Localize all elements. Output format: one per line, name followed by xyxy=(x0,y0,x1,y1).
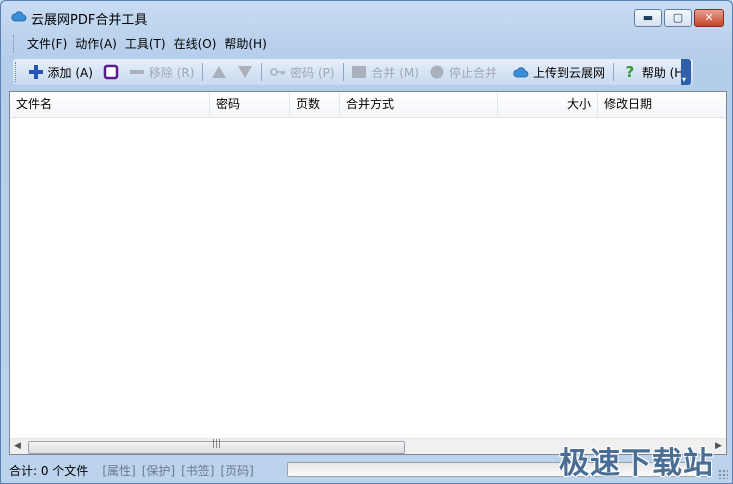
minimize-icon: ▬ xyxy=(642,11,654,24)
menu-tools[interactable]: 工具(T) xyxy=(121,33,170,55)
remove-button[interactable]: 移除 (R) xyxy=(124,60,200,84)
toolbar-separator xyxy=(612,63,614,81)
remove-label: 移除 (R) xyxy=(148,65,195,80)
add-label: 添加 (A) xyxy=(47,65,93,80)
toolbar-separator xyxy=(202,63,204,81)
menu-help[interactable]: 帮助(H) xyxy=(220,33,270,55)
column-merge-mode[interactable]: 合并方式 xyxy=(340,92,498,117)
minimize-button[interactable]: ▬ xyxy=(634,9,662,27)
column-modified-date[interactable]: 修改日期 xyxy=(598,92,726,117)
key-icon xyxy=(270,68,286,76)
column-filename[interactable]: 文件名 xyxy=(10,92,210,117)
maximize-button[interactable]: ▢ xyxy=(664,9,692,27)
title-bar: 云展网PDF合并工具 ▬ ▢ ✕ xyxy=(1,1,732,31)
window-controls: ▬ ▢ ✕ xyxy=(634,9,724,27)
upload-label: 上传到云展网 xyxy=(532,65,605,80)
square-icon xyxy=(103,64,119,80)
status-tag-properties: [属性] xyxy=(102,463,136,478)
maximize-icon: ▢ xyxy=(672,11,684,24)
scroll-thumb[interactable]: ||| xyxy=(28,439,405,454)
toolbar-overflow-button[interactable]: ▾ xyxy=(681,59,691,85)
column-pages[interactable]: 页数 xyxy=(290,92,340,117)
triangle-down-icon xyxy=(238,66,253,78)
status-tag-page-numbers: [页码] xyxy=(220,463,254,478)
menu-bar: 文件(F) 动作(A) 工具(T) 在线(O) 帮助(H) xyxy=(13,33,271,55)
stop-merge-label: 停止合并 xyxy=(448,65,497,80)
toolbar-grip[interactable] xyxy=(15,62,19,82)
add-button[interactable]: 添加 (A) xyxy=(23,60,98,84)
triangle-up-icon xyxy=(212,66,227,78)
file-list[interactable]: 文件名 密码 页数 合并方式 大小 修改日期 ◀ ||| ▶ xyxy=(9,91,727,455)
window-title: 云展网PDF合并工具 xyxy=(31,13,148,28)
list-header: 文件名 密码 页数 合并方式 大小 修改日期 xyxy=(10,92,726,118)
merge-button[interactable]: 合并 (M) xyxy=(346,60,424,84)
resize-grip[interactable] xyxy=(718,469,728,479)
menu-file[interactable]: 文件(F) xyxy=(23,33,71,55)
clear-button[interactable] xyxy=(98,60,124,84)
merge-label: 合并 (M) xyxy=(371,65,419,80)
column-size[interactable]: 大小 xyxy=(498,92,598,117)
upload-button[interactable]: 上传到云展网 xyxy=(508,60,610,84)
menu-online[interactable]: 在线(O) xyxy=(170,33,221,55)
close-icon: ✕ xyxy=(704,11,714,24)
menubar-grip[interactable] xyxy=(13,35,17,53)
move-up-button[interactable] xyxy=(206,60,232,84)
plus-icon xyxy=(28,65,43,79)
menu-action[interactable]: 动作(A) xyxy=(71,33,121,55)
minus-icon xyxy=(129,70,144,74)
stop-icon xyxy=(430,65,444,79)
cloud-icon xyxy=(11,11,27,22)
chevron-down-icon: ▾ xyxy=(682,75,687,84)
question-icon: ? xyxy=(625,63,635,81)
toolbar-separator xyxy=(261,63,263,81)
watermark-text: 极速下载站 xyxy=(559,446,714,481)
status-tag-protection: [保护] xyxy=(141,463,176,478)
scroll-left-icon[interactable]: ◀ xyxy=(10,439,25,454)
move-down-button[interactable] xyxy=(232,60,258,84)
password-button[interactable]: 密码 (P) xyxy=(265,60,339,84)
toolbar: 添加 (A) 移除 (R) 密码 (P) 合并 (M) 停止合并 上传到云展网 … xyxy=(13,59,693,85)
grip-icon: ||| xyxy=(211,439,222,449)
cloud-upload-icon xyxy=(513,67,529,78)
close-button[interactable]: ✕ xyxy=(694,9,724,27)
stop-merge-button[interactable]: 停止合并 xyxy=(424,60,502,84)
merge-icon xyxy=(352,66,367,78)
column-password[interactable]: 密码 xyxy=(210,92,290,117)
file-count-summary: 合计: 0 个文件 xyxy=(9,463,89,478)
app-window: 云展网PDF合并工具 ▬ ▢ ✕ 文件(F) 动作(A) 工具(T) 在线(O)… xyxy=(0,0,733,484)
password-label: 密码 (P) xyxy=(290,65,335,80)
status-tag-bookmarks: [书签] xyxy=(181,463,215,478)
toolbar-separator xyxy=(342,63,344,81)
